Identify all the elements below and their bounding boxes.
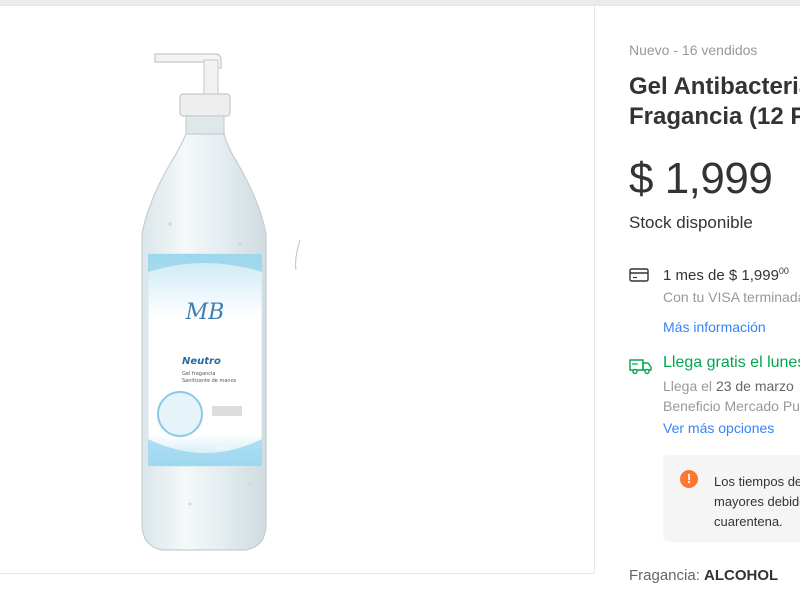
image-gallery[interactable]: MB Neutro Gel fragancia Sanitizante de m… (0, 6, 595, 573)
installment-text: 1 mes de $ 1,99900 (663, 266, 789, 284)
truck-icon (629, 359, 652, 375)
divider (0, 573, 594, 574)
shipping-title: Llega gratis el lunes (663, 354, 800, 371)
bottle-volume: 1 litro (215, 446, 230, 452)
product-info-panel: Nuevo - 16 vendidos Gel Antibacterial Fr… (629, 6, 800, 606)
more-options-link[interactable]: Ver más opciones (663, 420, 774, 436)
product-title-line2: Fragancia (12 Pzas) (629, 103, 800, 130)
notice-text: Los tiempos de entrega mayores debido a … (714, 474, 800, 529)
bottle-desc1: Gel fragancia (182, 371, 215, 377)
product-image[interactable]: MB Neutro Gel fragancia Sanitizante de m… (120, 44, 360, 564)
image-artifact (294, 239, 301, 271)
bottle-brand: MB (185, 300, 225, 325)
shipping-benefit: Beneficio Mercado Puntos (663, 398, 800, 414)
delivery-notice: ! Los tiempos de entrega mayores debido … (663, 455, 800, 542)
product-title: Gel Antibacterial Fragancia (12 Pzas) (629, 72, 800, 132)
visa-text: Con tu VISA terminada (663, 289, 800, 305)
fragrance-variation[interactable]: Fragancia: ALCOHOL (629, 567, 778, 584)
stock-status: Stock disponible (629, 213, 753, 232)
condition-sales: Nuevo - 16 vendidos (629, 42, 758, 58)
bottle-variant: Neutro (182, 356, 221, 367)
more-info-link[interactable]: Más información (663, 319, 766, 335)
bottle-desc2: Sanitizante de manos (182, 378, 237, 384)
product-card: MB Neutro Gel fragancia Sanitizante de m… (0, 5, 800, 606)
credit-card-icon (629, 268, 649, 282)
price: $ 1,999 (629, 154, 773, 203)
warning-icon: ! (680, 470, 698, 488)
product-title-line1: Gel Antibacterial (629, 73, 800, 100)
shipping-eta: Llega el 23 de marzo (663, 378, 794, 394)
